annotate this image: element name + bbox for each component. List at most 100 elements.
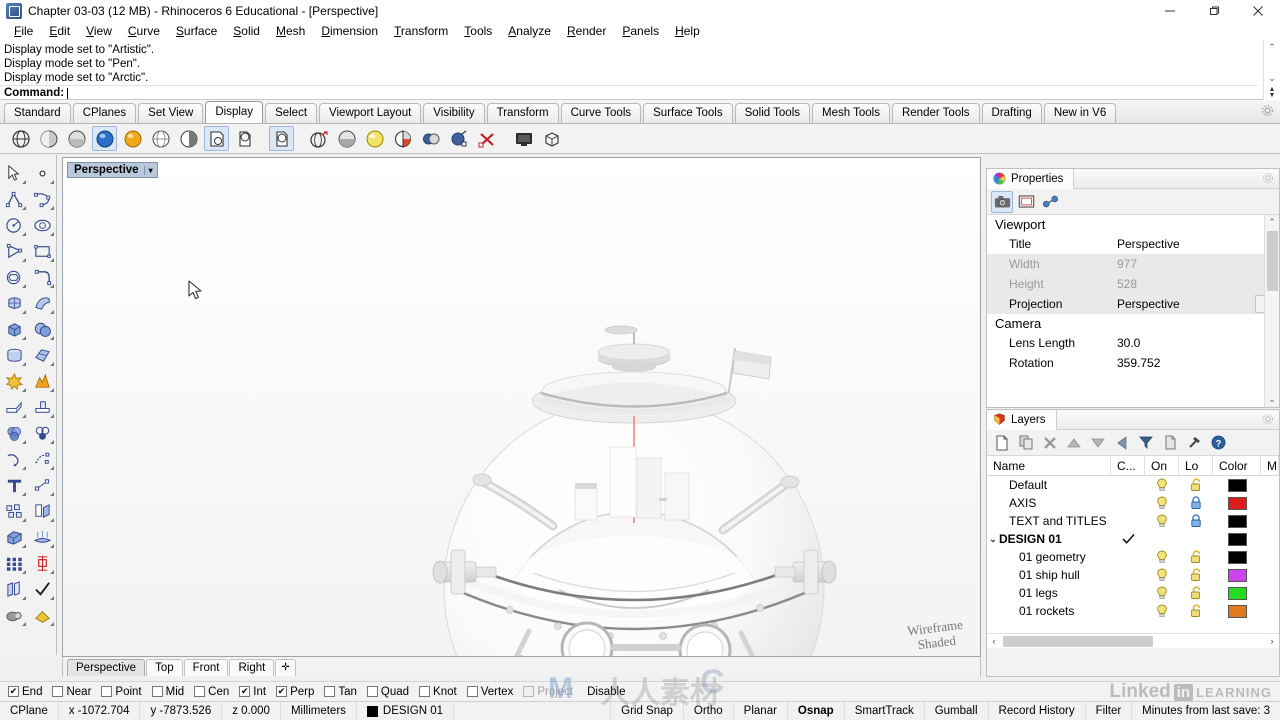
layers-column-header-lo[interactable]: Lo — [1179, 455, 1213, 476]
layer-lock-cell[interactable] — [1179, 514, 1213, 528]
command-line-stepper[interactable]: ▲ ▼ — [1263, 85, 1280, 100]
display-button-show-objects[interactable] — [418, 126, 443, 151]
layer-lock-cell[interactable] — [1179, 496, 1213, 510]
layer-visibility-cell[interactable] — [1145, 550, 1179, 564]
maximize-button[interactable] — [1192, 0, 1236, 22]
display-button-arctic[interactable] — [120, 126, 145, 151]
tool-sphere[interactable] — [28, 316, 56, 342]
layer-visibility-cell[interactable] — [1145, 496, 1179, 510]
tool-dimension[interactable] — [28, 550, 56, 576]
property-row-width[interactable]: Width 977 — [987, 254, 1279, 274]
tool-ellipse[interactable] — [28, 212, 56, 238]
tool-point-editing[interactable] — [28, 472, 56, 498]
layer-color-cell[interactable] — [1213, 604, 1261, 618]
layer-color-swatch[interactable] — [1227, 586, 1247, 600]
layers-horizontal-scrollbar[interactable]: ‹ › — [987, 633, 1279, 648]
layer-color-swatch[interactable] — [1227, 496, 1247, 510]
property-value[interactable]: Perspective — [1111, 237, 1279, 251]
viewport-tab-front[interactable]: Front — [183, 658, 229, 676]
property-row-title[interactable]: Title Perspective — [987, 234, 1279, 254]
layers-column-header-name[interactable]: Name — [987, 455, 1111, 476]
viewport-menu-chevron-down-icon[interactable]: ▾ — [143, 165, 155, 175]
checkbox-vertex[interactable] — [466, 686, 478, 697]
layer-lock-cell[interactable] — [1179, 586, 1213, 600]
layers-column-header-on[interactable]: On — [1145, 455, 1179, 476]
status-minutes-from-last-save-3[interactable]: Minutes from last save: 3 — [1131, 701, 1280, 720]
tool-box[interactable] — [0, 316, 28, 342]
layer-lock-cell[interactable] — [1179, 568, 1213, 582]
move-layer-down-button[interactable] — [1087, 432, 1109, 454]
tool-group[interactable] — [0, 498, 28, 524]
layers-column-header-color[interactable]: Color — [1213, 455, 1261, 476]
display-button-clipping-plane[interactable] — [390, 126, 415, 151]
layer-row[interactable]: 01 geometry — [987, 548, 1279, 566]
expand-chevron-icon[interactable]: ⌄ — [987, 534, 999, 545]
status-cplane[interactable]: CPlane — [0, 701, 59, 720]
tool-boolean[interactable] — [28, 368, 56, 394]
checkbox-point[interactable] — [101, 686, 113, 697]
add-viewport-tab-button[interactable]: ✛ — [275, 658, 296, 676]
status-gumball[interactable]: Gumball — [923, 701, 988, 720]
layers-column-header-m[interactable]: M — [1261, 455, 1279, 476]
toolbar-tab-visibility[interactable]: Visibility — [423, 103, 485, 123]
tool-mesh-tools[interactable] — [28, 524, 56, 550]
tool-text[interactable] — [0, 472, 28, 498]
toolbar-tab-display[interactable]: Display — [205, 101, 264, 123]
menu-item-solid[interactable]: Solid — [225, 22, 268, 41]
move-layer-up-button[interactable] — [1063, 432, 1085, 454]
toolbar-tab-set-view[interactable]: Set View — [138, 103, 204, 123]
tool-boolean-difference[interactable] — [28, 420, 56, 446]
tool-rectangle[interactable] — [28, 238, 56, 264]
tool-render[interactable] — [0, 602, 28, 628]
osnap-end[interactable]: ✔ End — [8, 686, 42, 698]
menu-item-panels[interactable]: Panels — [614, 22, 667, 41]
osnap-vertex[interactable]: Vertex — [466, 686, 513, 698]
layer-color-cell[interactable] — [1213, 586, 1261, 600]
property-value[interactable]: 359.752 — [1111, 356, 1279, 370]
menu-item-view[interactable]: View — [78, 22, 120, 41]
toolbar-tab-viewport-layout[interactable]: Viewport Layout — [319, 103, 422, 123]
tool-material[interactable] — [28, 602, 56, 628]
layer-color-swatch[interactable] — [1227, 568, 1247, 582]
menu-item-edit[interactable]: Edit — [41, 22, 78, 41]
viewport-tab-perspective[interactable]: Perspective — [67, 658, 146, 676]
layer-color-cell[interactable] — [1213, 550, 1261, 564]
layer-row[interactable]: 01 rockets — [987, 602, 1279, 620]
display-button-pen[interactable] — [204, 126, 229, 151]
checkbox-tan[interactable] — [324, 686, 336, 697]
tab-layers[interactable]: Layers — [987, 409, 1057, 430]
property-value[interactable]: 30.0 — [1111, 336, 1279, 350]
tool-polygon[interactable] — [0, 264, 28, 290]
layer-row[interactable]: 01 legs — [987, 584, 1279, 602]
tool-extrude[interactable] — [0, 524, 28, 550]
properties-gear-icon[interactable] — [1262, 172, 1274, 187]
tool-arc[interactable] — [28, 264, 56, 290]
layer-row[interactable]: 01 ship hull — [987, 566, 1279, 584]
toolbar-tab-new-in-v6[interactable]: New in V6 — [1043, 103, 1117, 123]
osnap-cen[interactable]: Cen — [194, 686, 229, 698]
osnap-knot[interactable]: Knot — [419, 686, 457, 698]
layer-color-cell[interactable] — [1213, 478, 1261, 492]
status-filter[interactable]: Filter — [1084, 701, 1132, 720]
display-button-wireframe[interactable] — [8, 126, 33, 151]
layer-current-cell[interactable] — [1111, 533, 1145, 545]
tool-surface-patch[interactable] — [28, 342, 56, 368]
command-history[interactable]: Display mode set to "Artistic". Display m… — [0, 41, 1258, 85]
layer-name-cell[interactable]: AXIS — [987, 496, 1111, 510]
toolbar-tab-solid-tools[interactable]: Solid Tools — [734, 103, 810, 123]
toolbar-tab-curve-tools[interactable]: Curve Tools — [560, 103, 642, 123]
checkbox-near[interactable] — [52, 686, 64, 697]
tool-control-point-curve[interactable] — [28, 186, 56, 212]
menu-item-file[interactable]: File — [6, 22, 41, 41]
toolbar-tab-drafting[interactable]: Drafting — [981, 103, 1042, 123]
command-history-scrollbar[interactable]: ⌃ ⌄ — [1263, 41, 1280, 85]
layer-color-swatch[interactable] — [1227, 604, 1247, 618]
scroll-left-arrow-icon[interactable]: ‹ — [987, 636, 1001, 646]
tool-check[interactable] — [28, 576, 56, 602]
scroll-right-arrow-icon[interactable]: › — [1265, 636, 1279, 646]
layer-row[interactable]: AXIS — [987, 494, 1279, 512]
osnap-near[interactable]: Near — [52, 686, 91, 698]
camera-properties-button[interactable] — [991, 190, 1013, 213]
tool-copy[interactable] — [0, 576, 28, 602]
checkbox-cen[interactable] — [194, 686, 206, 697]
